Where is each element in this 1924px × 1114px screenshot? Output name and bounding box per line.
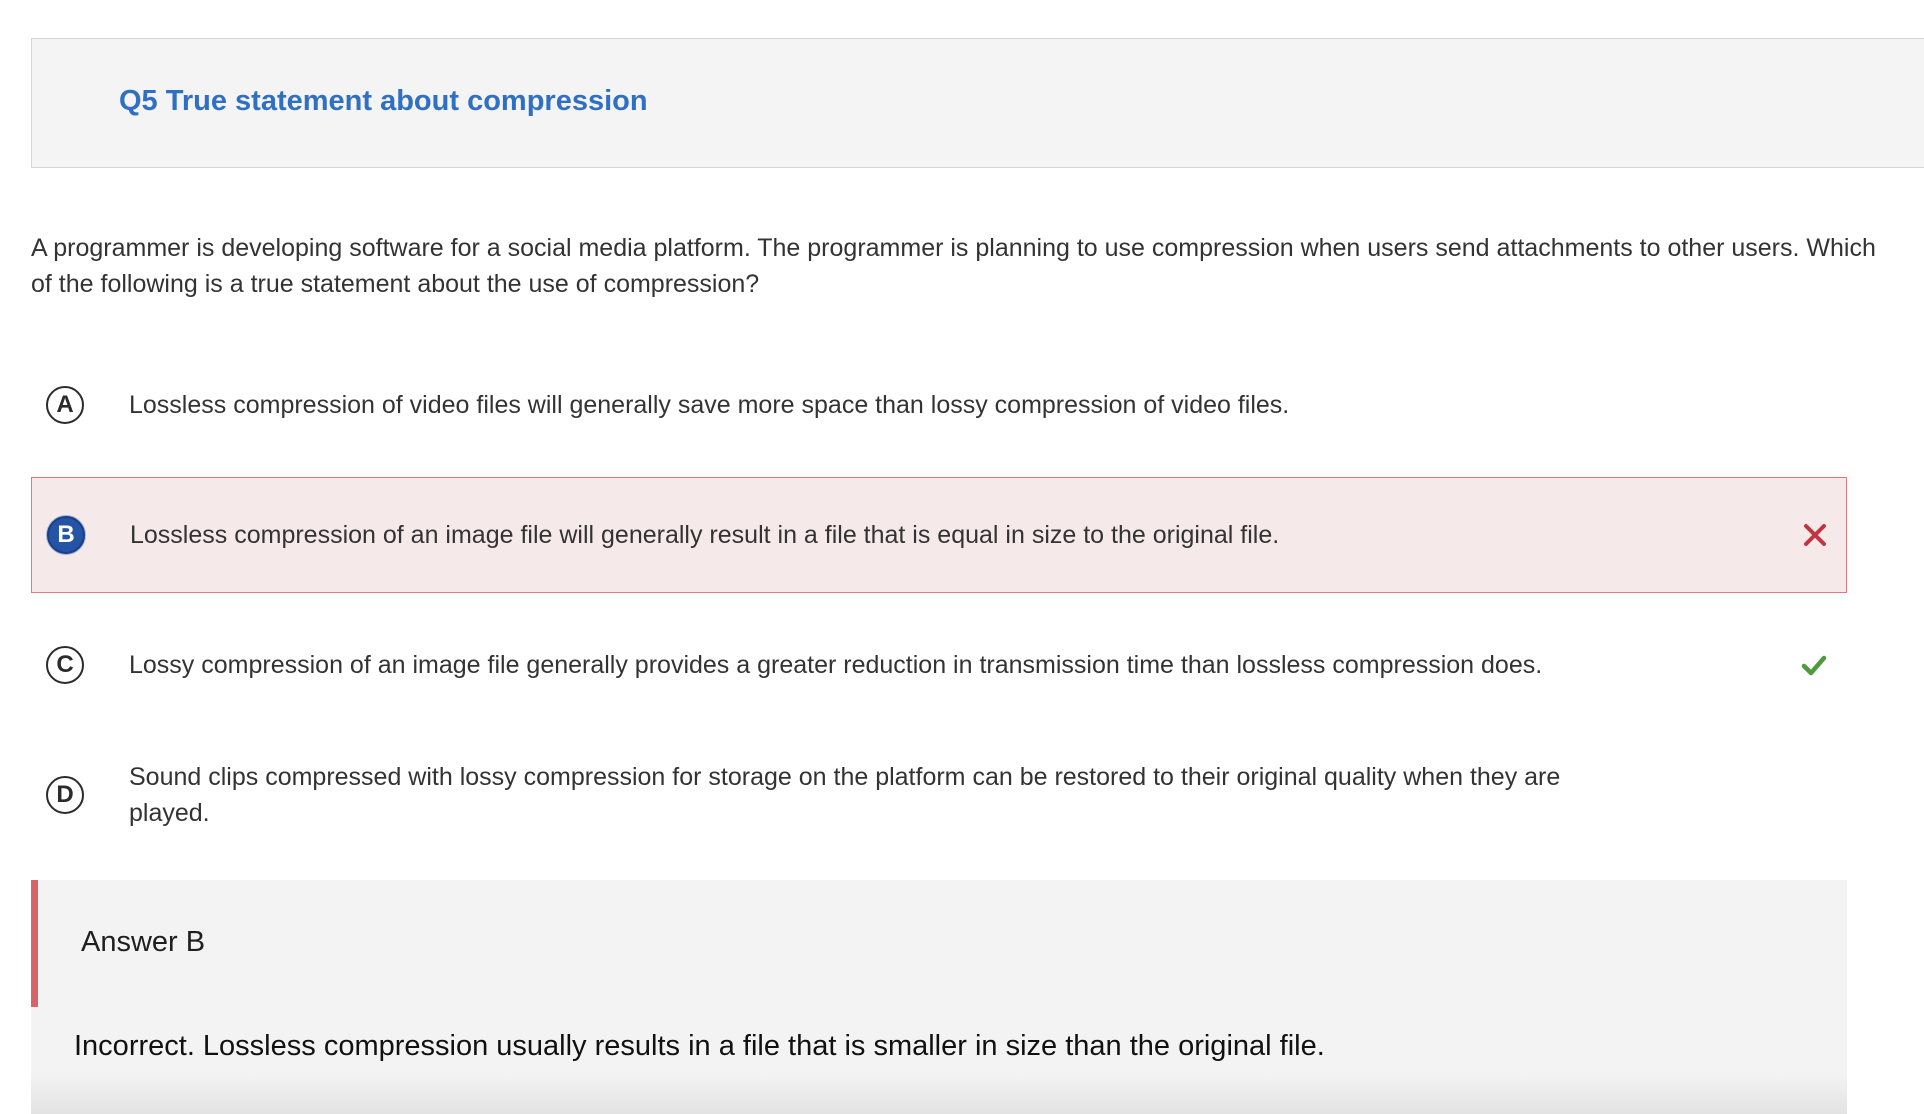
option-c[interactable]: C Lossy compression of an image file gen… xyxy=(31,624,1847,706)
answer-status-bar xyxy=(31,880,38,1007)
checkmark-icon xyxy=(1799,650,1829,680)
option-letter-d[interactable]: D xyxy=(46,776,84,814)
option-a[interactable]: A Lossless compression of video files wi… xyxy=(31,372,1847,438)
answer-label: Answer B xyxy=(81,926,206,958)
answer-explanation: Incorrect. Lossless compression usually … xyxy=(74,1030,1325,1062)
answer-feedback: Answer B Incorrect. Lossless compression… xyxy=(31,880,1847,1114)
option-letter-b[interactable]: B xyxy=(47,516,85,554)
option-letter-a[interactable]: A xyxy=(46,386,84,424)
option-text-b: Lossless compression of an image file wi… xyxy=(130,521,1280,549)
question-title: Q5 True statement about compression xyxy=(119,85,648,117)
question-stem: A programmer is developing software for … xyxy=(31,234,1876,298)
question-header: Q5 True statement about compression xyxy=(31,38,1924,168)
x-mark-icon xyxy=(1800,520,1830,550)
option-b[interactable]: B Lossless compression of an image file … xyxy=(31,477,1847,593)
option-text-d: Sound clips compressed with lossy compre… xyxy=(129,763,1561,827)
option-letter-c[interactable]: C xyxy=(46,646,84,684)
option-text-a: Lossless compression of video files will… xyxy=(129,391,1290,419)
option-text-c: Lossy compression of an image file gener… xyxy=(129,651,1543,679)
answer-fade xyxy=(31,1074,1847,1114)
option-d[interactable]: D Sound clips compressed with lossy comp… xyxy=(31,754,1847,836)
